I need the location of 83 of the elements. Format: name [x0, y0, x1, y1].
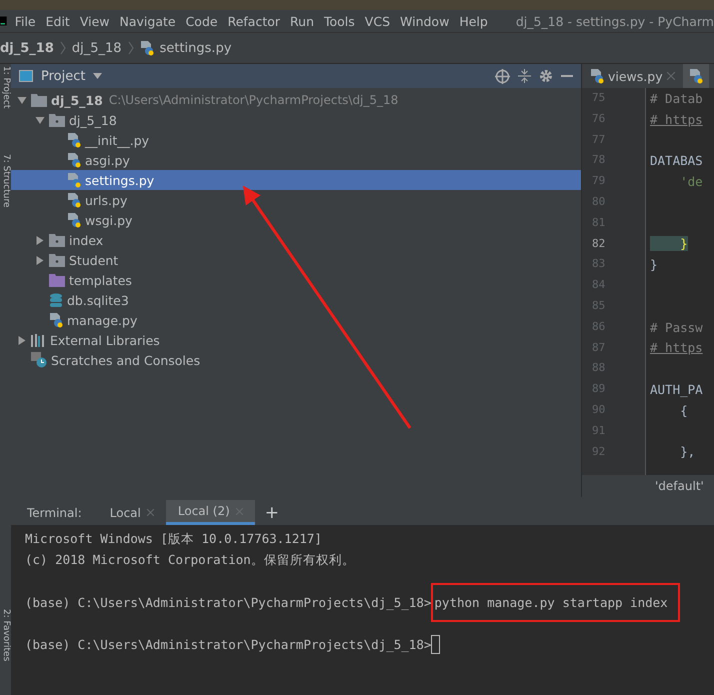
expand-arrow-icon[interactable]	[35, 116, 45, 124]
code-line: # Passw	[650, 320, 703, 335]
menu-item[interactable]: Help	[459, 14, 488, 28]
menu-item[interactable]: VCS	[364, 14, 390, 28]
menu-item[interactable]: Code	[186, 14, 218, 28]
terminal-text: Microsoft Windows [版本 10.0.17763.1217]	[25, 531, 322, 548]
terminal-text: (base) C:\Users\Administrator\PycharmProjects\dj_5_18>	[25, 637, 432, 652]
project-path: C:\Users\Administrator\PycharmProjects\dj_5_18	[108, 93, 398, 107]
tree-item[interactable]: dj_5_18	[11, 110, 581, 130]
folder-icon	[49, 274, 65, 286]
terminal-text: (base) C:\Users\Administrator\PycharmProjects\dj_5_18>	[25, 595, 432, 610]
code-line: # https	[650, 112, 703, 127]
python-file-icon	[67, 172, 81, 188]
tree-item[interactable]: dj_5_18 C:\Users\Administrator\PycharmProjects\dj_5_18	[11, 90, 581, 110]
expand-arrow-icon[interactable]	[17, 96, 27, 104]
expand-arrow-icon[interactable]	[35, 236, 45, 244]
database-icon	[49, 292, 63, 308]
settings-icon[interactable]	[539, 69, 553, 83]
python-file-icon	[49, 312, 63, 328]
terminal-text: (c) 2018 Microsoft Corporation。保留所有权利。	[25, 552, 355, 569]
line-number: 82	[592, 236, 606, 252]
tree-item[interactable]: templates	[11, 270, 581, 290]
python-file-icon	[67, 132, 81, 148]
code-line: # Datab	[650, 90, 703, 106]
menu-item[interactable]: Window	[400, 14, 450, 28]
tree-item[interactable]: wsgi.py	[11, 210, 581, 230]
python-file-icon	[688, 68, 703, 84]
tree-item[interactable]: manage.py	[11, 310, 581, 330]
code-line: },	[679, 444, 696, 460]
window-title: dj_5_18 - settings.py - PyCharm	[516, 14, 714, 28]
menu-item[interactable]: Run	[290, 14, 314, 28]
menu-item[interactable]: Tools	[324, 14, 355, 28]
expand-arrow-icon[interactable]	[35, 256, 45, 264]
code-line: AUTH_PA	[650, 382, 703, 398]
terminal-tab[interactable]: Local (2)	[166, 500, 255, 525]
tree-item[interactable]: Scratches and Consoles	[11, 350, 581, 370]
code-line: 'de	[679, 174, 703, 190]
menu-item[interactable]: Refactor	[228, 14, 280, 28]
tree-item[interactable]: Student	[11, 250, 581, 270]
python-file-icon	[67, 192, 81, 208]
breadcrumb[interactable]: dj_5_18	[72, 40, 122, 56]
tree-item[interactable]: index	[11, 230, 581, 250]
terminal-command: python manage.py startapp index	[431, 583, 680, 622]
python-file-icon	[67, 212, 81, 228]
python-file-icon	[590, 68, 604, 84]
tree-item[interactable]: External Libraries	[11, 330, 581, 350]
tree-item[interactable]: __init__.py	[11, 130, 581, 150]
menu-item[interactable]: File	[14, 14, 36, 28]
breadcrumb[interactable]: dj_5_18	[0, 40, 54, 56]
menu-item[interactable]: Navigate	[120, 14, 176, 28]
folder-icon	[49, 234, 65, 246]
libraries-icon	[31, 334, 46, 346]
chevron-icon	[60, 41, 66, 55]
code-line: # https	[650, 340, 703, 356]
locate-icon[interactable]	[495, 68, 510, 84]
folder-icon	[49, 114, 65, 126]
code-line: {	[679, 402, 688, 418]
python-file-icon	[67, 152, 81, 168]
collapse-icon[interactable]	[518, 69, 531, 83]
folder-icon	[49, 254, 65, 266]
python-file-icon	[140, 40, 154, 56]
dropdown-icon[interactable]	[93, 73, 102, 79]
window-icon	[19, 70, 33, 82]
code-line: }	[650, 257, 658, 272]
tree-item[interactable]: db.sqlite3	[11, 290, 581, 310]
tree-item[interactable]: urls.py	[11, 190, 581, 210]
terminal-tab[interactable]: Local	[98, 500, 166, 525]
panel-title[interactable]: Project	[41, 68, 86, 84]
tool-window-tab[interactable]: 1: Project	[1, 66, 11, 108]
menu-item[interactable]: Edit	[46, 14, 70, 28]
code-line: DATABAS	[650, 153, 703, 168]
menu-item[interactable]: View	[80, 14, 110, 28]
tool-window-tab[interactable]: 2: Favorites	[1, 609, 11, 662]
breadcrumb[interactable]: settings.py	[160, 40, 232, 56]
expand-arrow-icon[interactable]	[17, 336, 27, 344]
chevron-icon	[128, 41, 134, 55]
folder-icon	[31, 94, 47, 106]
tool-window-tab[interactable]: 7: Structure	[1, 154, 11, 208]
terminal-label: Terminal:	[27, 506, 82, 520]
console-clock-icon	[31, 352, 47, 368]
new-tab-button[interactable]: +	[264, 502, 280, 522]
tree-item[interactable]: settings.py	[11, 170, 581, 190]
tree-item[interactable]: asgi.py	[11, 150, 581, 170]
